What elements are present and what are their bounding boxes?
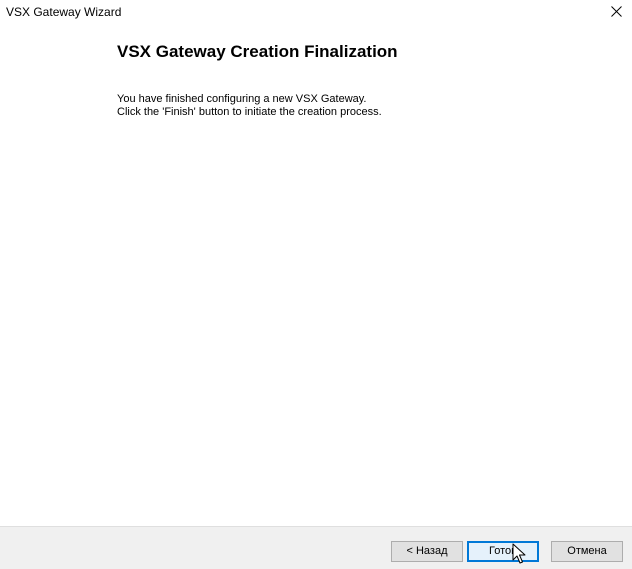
title-bar: VSX Gateway Wizard <box>0 0 632 24</box>
mouse-cursor-icon <box>512 543 526 564</box>
cancel-button[interactable]: Отмена <box>551 541 623 562</box>
window-title: VSX Gateway Wizard <box>6 5 122 19</box>
finish-button[interactable]: Готов <box>467 541 539 562</box>
close-button[interactable] <box>602 0 632 24</box>
description-line-2: Click the 'Finish' button to initiate th… <box>117 106 382 118</box>
description-line-1: You have finished configuring a new VSX … <box>117 93 367 105</box>
close-icon <box>611 6 622 17</box>
description: You have finished configuring a new VSX … <box>117 93 382 119</box>
page-title: VSX Gateway Creation Finalization <box>117 42 398 61</box>
wizard-content: VSX Gateway Creation Finalization You ha… <box>0 24 632 526</box>
back-button[interactable]: < Назад <box>391 541 463 562</box>
wizard-footer: < Назад Готов Отмена <box>0 527 632 569</box>
wizard-window: VSX Gateway Wizard VSX Gateway Creation … <box>0 0 632 569</box>
